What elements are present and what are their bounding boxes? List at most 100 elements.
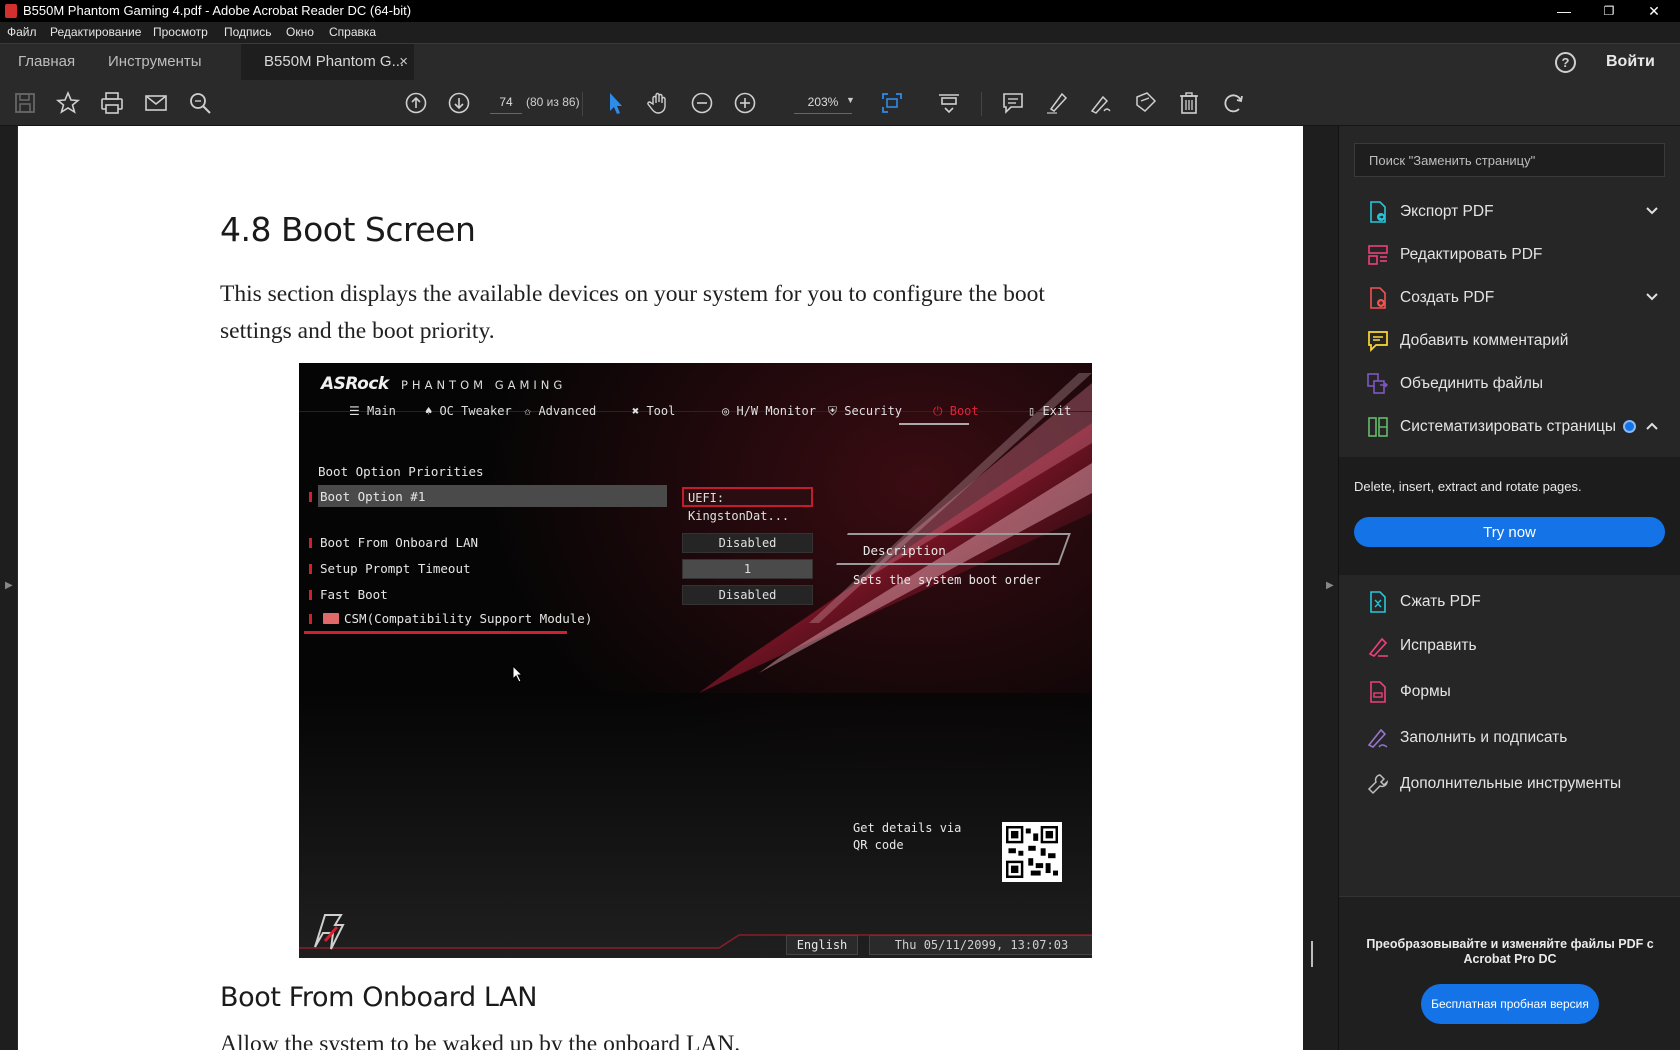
zoom-dropdown-chevron-icon[interactable]: ▼ bbox=[846, 95, 855, 105]
bios-nav-main: ☰ Main bbox=[349, 404, 396, 418]
fix-pen-icon bbox=[1366, 634, 1390, 658]
maximize-button[interactable]: ❐ bbox=[1586, 0, 1632, 22]
scroll-mode-icon[interactable] bbox=[935, 89, 963, 117]
menu-bar: Файл Редактирование Просмотр Подпись Окн… bbox=[0, 22, 1680, 43]
free-trial-button[interactable]: Бесплатная пробная версия bbox=[1421, 984, 1599, 1024]
bios-row-label: Boot From Onboard LAN bbox=[320, 535, 479, 550]
bios-qr-caption: Get details via QR code bbox=[853, 821, 962, 852]
try-now-button[interactable]: Try now bbox=[1354, 517, 1665, 547]
toolbar: (80 из 86) ▼ bbox=[0, 80, 1680, 126]
email-icon[interactable] bbox=[142, 89, 170, 117]
tool-label: Экспорт PDF bbox=[1400, 203, 1494, 220]
subsection-paragraph: Allow the system to be waked up by the o… bbox=[220, 1031, 741, 1050]
tool-combine-files[interactable]: Объединить файлы bbox=[1339, 363, 1680, 405]
organize-pages-promo: Delete, insert, extract and rotate pages… bbox=[1339, 457, 1680, 575]
tool-export-pdf[interactable]: Экспорт PDF bbox=[1339, 191, 1680, 233]
comment-icon[interactable] bbox=[999, 89, 1027, 117]
bios-description-title: Description bbox=[863, 543, 946, 558]
page-count: (80 из 86) bbox=[526, 95, 580, 109]
tool-label: Исправить bbox=[1400, 637, 1477, 654]
menu-view[interactable]: Просмотр bbox=[153, 25, 208, 39]
stamp-icon[interactable] bbox=[1131, 89, 1159, 117]
tool-compress-pdf[interactable]: Сжать PDF bbox=[1339, 581, 1680, 623]
bios-row-value: Disabled bbox=[682, 533, 813, 553]
tab-tools[interactable]: Инструменты bbox=[108, 44, 202, 81]
save-icon[interactable] bbox=[11, 89, 39, 117]
zoom-in-icon[interactable] bbox=[731, 89, 759, 117]
bios-background-art bbox=[299, 363, 1092, 958]
window-title: B550M Phantom Gaming 4.pdf - Adobe Acrob… bbox=[23, 3, 412, 18]
toolbar-separator bbox=[981, 92, 982, 116]
bios-screenshot: ASRock PHANTOM GAMING ☰ Main ♠ OC Tweake… bbox=[299, 363, 1092, 958]
tools-search-input[interactable] bbox=[1354, 143, 1665, 177]
signin-button[interactable]: Войти bbox=[1606, 53, 1655, 71]
bios-active-tab-underline bbox=[899, 423, 969, 425]
folder-icon bbox=[323, 613, 339, 624]
select-cursor-icon[interactable] bbox=[601, 89, 629, 117]
tool-add-comment[interactable]: Добавить комментарий bbox=[1339, 320, 1680, 362]
phantom-gaming-logo: PHANTOM GAMING bbox=[401, 378, 567, 392]
upgrade-promo-text: Преобразовывайте и изменяйте файлы PDF с… bbox=[1366, 937, 1654, 966]
zoom-out-icon[interactable] bbox=[688, 89, 716, 117]
combine-files-icon bbox=[1366, 372, 1390, 396]
menu-window[interactable]: Окно bbox=[286, 25, 314, 39]
chevron-down-icon[interactable] bbox=[1645, 204, 1659, 218]
tool-fix[interactable]: Исправить bbox=[1339, 625, 1680, 667]
tool-label: Добавить комментарий bbox=[1400, 332, 1569, 349]
tool-more-tools[interactable]: Дополнительные инструменты bbox=[1339, 763, 1680, 805]
trash-icon[interactable] bbox=[1175, 89, 1203, 117]
tab-document[interactable]: B550M Phantom G... × bbox=[241, 44, 414, 81]
page-fit-icon[interactable] bbox=[878, 89, 906, 117]
left-panel-toggle[interactable]: ▶ bbox=[0, 126, 18, 1050]
draw-sign-icon[interactable] bbox=[1087, 89, 1115, 117]
tab-bar: Главная Инструменты B550M Phantom G... ×… bbox=[0, 43, 1680, 81]
zoom-level-input[interactable] bbox=[794, 90, 852, 114]
tool-label: Создать PDF bbox=[1400, 289, 1495, 306]
bios-language: English bbox=[786, 935, 858, 955]
bios-row-marker bbox=[309, 492, 312, 502]
menu-help[interactable]: Справка bbox=[329, 25, 376, 39]
highlight-pen-icon[interactable] bbox=[1043, 89, 1071, 117]
bios-nav-oc-tweaker: ♠ OC Tweaker bbox=[425, 404, 512, 418]
tool-edit-pdf[interactable]: Редактировать PDF bbox=[1339, 234, 1680, 276]
scrollbar-thumb[interactable] bbox=[1311, 941, 1313, 967]
tab-home[interactable]: Главная bbox=[18, 44, 75, 81]
previous-page-icon[interactable] bbox=[402, 89, 430, 117]
close-window-button[interactable]: ✕ bbox=[1631, 0, 1677, 22]
menu-sign[interactable]: Подпись bbox=[224, 25, 272, 39]
chevron-up-icon[interactable] bbox=[1645, 419, 1659, 433]
chevron-down-icon[interactable] bbox=[1645, 290, 1659, 304]
tool-fill-sign[interactable]: Заполнить и подписать bbox=[1339, 717, 1680, 759]
bios-datetime: Thu 05/11/2099, 13:07:03 bbox=[869, 935, 1092, 955]
tool-create-pdf[interactable]: Создать PDF bbox=[1339, 277, 1680, 319]
page-number-input[interactable] bbox=[490, 90, 522, 114]
bios-row-marker bbox=[309, 564, 312, 574]
menu-file[interactable]: Файл bbox=[7, 25, 37, 39]
bookmark-star-icon[interactable] bbox=[54, 89, 82, 117]
minimize-button[interactable]: — bbox=[1541, 0, 1587, 22]
collapse-right-icon[interactable]: ▶ bbox=[1326, 580, 1334, 591]
tool-forms[interactable]: Формы bbox=[1339, 671, 1680, 713]
right-panel-toggle[interactable]: ▶ bbox=[1322, 126, 1338, 1050]
bios-nav-hw-monitor: ◎ H/W Monitor bbox=[722, 404, 816, 418]
expand-left-icon[interactable]: ▶ bbox=[5, 580, 13, 591]
hand-tool-icon[interactable] bbox=[645, 89, 673, 117]
menu-edit[interactable]: Редактирование bbox=[50, 25, 141, 39]
pdf-page: 4.8 Boot Screen This section displays th… bbox=[18, 126, 1303, 1050]
rotate-icon[interactable] bbox=[1220, 89, 1248, 117]
create-pdf-icon bbox=[1366, 286, 1390, 310]
bios-section-title: Boot Option Priorities bbox=[318, 464, 484, 479]
print-icon[interactable] bbox=[98, 89, 126, 117]
forms-icon bbox=[1366, 680, 1390, 704]
tool-label: Формы bbox=[1400, 683, 1451, 700]
next-page-icon[interactable] bbox=[445, 89, 473, 117]
search-icon[interactable] bbox=[186, 89, 214, 117]
acrobat-app-icon bbox=[5, 4, 17, 18]
wrench-icon bbox=[1366, 772, 1390, 796]
tool-organize-pages[interactable]: Систематизировать страницы bbox=[1339, 406, 1680, 448]
subsection-heading: Boot From Onboard LAN bbox=[220, 982, 538, 1013]
tab-close-icon[interactable]: × bbox=[399, 44, 408, 80]
document-viewport[interactable]: ▶ 4.8 Boot Screen This section displays … bbox=[0, 126, 1338, 1050]
help-icon[interactable]: ? bbox=[1555, 52, 1576, 73]
bios-nav-tool: ✖ Tool bbox=[632, 404, 676, 418]
